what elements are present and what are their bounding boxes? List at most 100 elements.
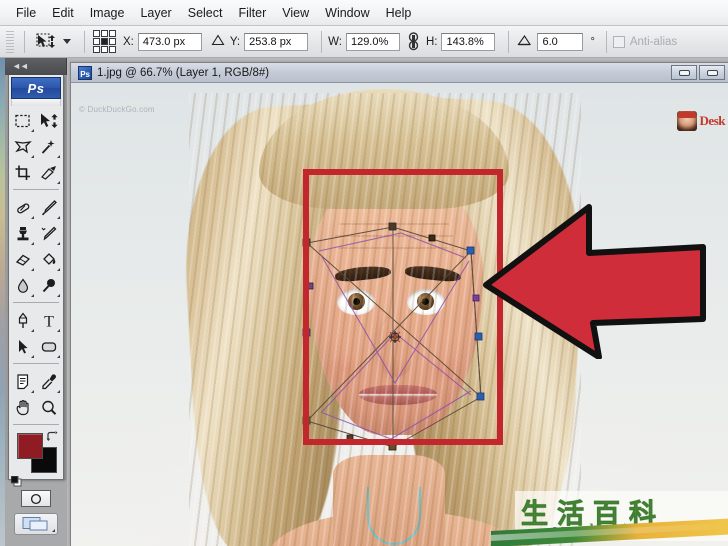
flyout-corner-icon	[31, 129, 34, 132]
minimize-icon	[678, 69, 690, 76]
reference-point-grid-icon[interactable]	[93, 30, 116, 53]
menu-item-window[interactable]: Window	[317, 3, 377, 23]
ref-cell-br[interactable]	[109, 46, 116, 53]
ref-cell-tc[interactable]	[101, 30, 108, 37]
rounded-rectangle-tool[interactable]	[36, 334, 62, 360]
ref-cell-tr[interactable]	[109, 30, 116, 37]
flyout-corner-icon	[57, 268, 60, 271]
screen-mode-row	[9, 513, 63, 535]
flyout-corner-icon	[31, 355, 34, 358]
height-input[interactable]: 143.8%	[441, 32, 496, 51]
pen-tool[interactable]	[10, 308, 36, 334]
flyout-corner-icon	[31, 216, 34, 219]
foreground-color-swatch[interactable]	[17, 433, 43, 459]
move-tool-icon	[35, 32, 57, 52]
paint-bucket-tool[interactable]	[36, 247, 62, 273]
quick-mask-row	[9, 490, 63, 507]
ref-cell-center[interactable]	[101, 38, 108, 45]
tool-panel-header[interactable]: ◄◄	[5, 58, 67, 75]
spot-healing-brush-tool[interactable]	[10, 195, 36, 221]
tool-grid-navigation	[9, 367, 63, 421]
zoom-tool[interactable]	[36, 395, 62, 421]
history-brush-tool[interactable]	[36, 221, 62, 247]
brush-tool[interactable]	[36, 195, 62, 221]
menu-item-image[interactable]: Image	[82, 3, 133, 23]
flyout-corner-icon	[52, 529, 55, 532]
y-position-input[interactable]: 253.8 px	[244, 32, 309, 51]
anti-alias-option[interactable]: Anti-alias	[612, 35, 678, 48]
eyedropper-tool[interactable]	[36, 369, 62, 395]
flyout-corner-icon	[57, 329, 60, 332]
options-bar-grip[interactable]	[6, 30, 14, 53]
menu-item-help[interactable]: Help	[378, 3, 420, 23]
divider	[13, 363, 59, 364]
menu-item-file[interactable]: File	[8, 3, 44, 23]
document-tab-title[interactable]: 1.jpg @ 66.7% (Layer 1, RGB/8#)	[97, 67, 269, 79]
flyout-corner-icon	[57, 390, 60, 393]
menu-item-view[interactable]: View	[274, 3, 317, 23]
hand-tool[interactable]	[10, 395, 36, 421]
chain-link-icon[interactable]	[407, 32, 420, 51]
path-selection-tool[interactable]	[10, 334, 36, 360]
eraser-tool[interactable]	[10, 247, 36, 273]
flyout-corner-icon	[31, 242, 34, 245]
rotation-angle-input[interactable]: 6.0	[537, 32, 584, 51]
restore-button[interactable]	[699, 65, 725, 80]
window-controls	[671, 65, 725, 80]
move-tool[interactable]	[36, 108, 62, 134]
clone-stamp-tool[interactable]	[10, 221, 36, 247]
tool-preset-picker[interactable]	[31, 30, 78, 54]
photoshop-document-icon: Ps	[78, 65, 92, 80]
degree-symbol: °	[590, 35, 595, 48]
y-position-label: Y:	[229, 35, 241, 48]
menu-item-filter[interactable]: Filter	[230, 3, 274, 23]
ref-cell-ml[interactable]	[93, 38, 100, 45]
svg-text:T: T	[44, 314, 54, 331]
width-input[interactable]: 129.0%	[345, 32, 400, 51]
horizontal-type-tool[interactable]: T	[36, 308, 62, 334]
quick-mask-mode-icon[interactable]	[21, 490, 51, 507]
flyout-corner-icon	[57, 242, 60, 245]
blur-tool[interactable]	[10, 273, 36, 299]
divider	[84, 30, 85, 53]
minimize-button[interactable]	[671, 65, 697, 80]
screen-mode-icon[interactable]	[14, 513, 58, 535]
menu-item-edit[interactable]: Edit	[44, 3, 82, 23]
lasso-tool[interactable]	[10, 134, 36, 160]
rectangular-marquee-tool[interactable]	[10, 108, 36, 134]
delta-triangle-icon	[211, 33, 225, 51]
site-watermark: 生活百科 www.bimeiz.com	[491, 491, 728, 546]
collapse-panel-icon[interactable]: ◄◄	[5, 58, 66, 75]
dodge-tool[interactable]	[36, 273, 62, 299]
image-canvas[interactable]: © DuckDuckGo.com Desk 生活百科	[71, 83, 728, 546]
width-label: W:	[328, 35, 342, 48]
anti-alias-checkbox[interactable]	[612, 35, 625, 48]
woman-avatar-icon	[676, 111, 697, 131]
flyout-corner-icon	[31, 329, 34, 332]
ref-cell-bc[interactable]	[101, 46, 108, 53]
default-colors-icon[interactable]	[10, 474, 22, 487]
document-tab-bar: Ps 1.jpg @ 66.7% (Layer 1, RGB/8#)	[71, 63, 728, 83]
brand-label: Desk	[699, 113, 726, 128]
x-position-input[interactable]: 473.0 px	[137, 32, 202, 51]
document-window: Ps 1.jpg @ 66.7% (Layer 1, RGB/8#) © Duc…	[70, 62, 728, 546]
flyout-corner-icon	[31, 294, 34, 297]
ref-cell-bl[interactable]	[93, 46, 100, 53]
divider	[321, 30, 323, 53]
annotation-rectangle	[303, 169, 503, 445]
necklace	[367, 487, 421, 545]
tool-grid-vector: T	[9, 306, 63, 360]
menu-item-select[interactable]: Select	[180, 3, 231, 23]
magic-wand-tool[interactable]	[36, 134, 62, 160]
ref-cell-mr[interactable]	[109, 38, 116, 45]
anti-alias-label: Anti-alias	[629, 35, 678, 48]
slice-tool[interactable]	[36, 160, 62, 186]
tool-grid-retouch	[9, 193, 63, 299]
notes-tool[interactable]	[10, 369, 36, 395]
crop-tool[interactable]	[10, 160, 36, 186]
ref-cell-tl[interactable]	[93, 30, 100, 37]
flyout-corner-icon	[57, 294, 60, 297]
chevron-down-icon[interactable]	[63, 39, 71, 44]
swap-colors-icon[interactable]	[46, 430, 58, 442]
menu-item-layer[interactable]: Layer	[132, 3, 179, 23]
